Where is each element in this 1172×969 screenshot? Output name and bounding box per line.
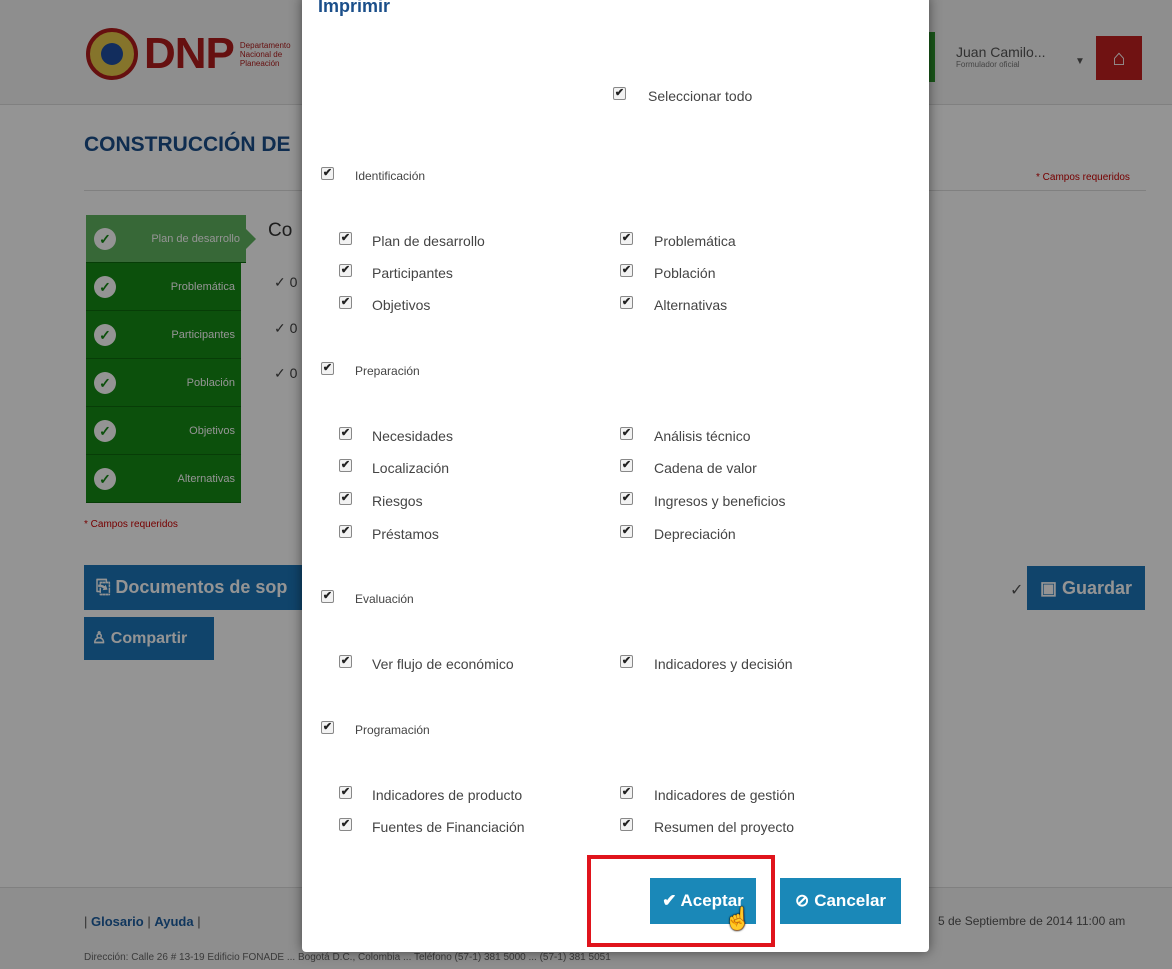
checkbox-label: Ver flujo de económico (372, 656, 514, 672)
checkbox-label: Análisis técnico (654, 428, 751, 444)
checkbox-riesgos[interactable]: ✔ (339, 492, 352, 505)
hand-cursor-icon: ☝ (724, 906, 752, 931)
checkbox-label: Riesgos (372, 493, 423, 509)
checkbox-alternativas[interactable]: ✔ (620, 296, 633, 309)
select-all-checkbox[interactable]: ✔ (613, 87, 626, 100)
highlight-box (587, 855, 775, 947)
checkbox-analisis-tecnico[interactable]: ✔ (620, 427, 633, 440)
checkbox-label: Participantes (372, 265, 453, 281)
checkbox-indicadores-decision[interactable]: ✔ (620, 655, 633, 668)
checkbox-resumen-proyecto[interactable]: ✔ (620, 818, 633, 831)
checkbox-objetivos[interactable]: ✔ (339, 296, 352, 309)
checkbox-label: Ingresos y beneficios (654, 493, 786, 509)
checkbox-label: Depreciación (654, 526, 736, 542)
checkbox-label: Resumen del proyecto (654, 819, 795, 835)
checkbox-fuentes-financiacion[interactable]: ✔ (339, 818, 352, 831)
checkbox-plan-desarrollo[interactable]: ✔ (339, 232, 352, 245)
print-dialog: Imprimir ✔ Seleccionar todo ✔ Identifica… (302, 0, 929, 952)
checkbox-flujo-economico[interactable]: ✔ (339, 655, 352, 668)
checkbox-label: Problemática (654, 233, 736, 249)
select-all-label: Seleccionar todo (648, 88, 753, 104)
section-checkbox-evaluacion[interactable]: ✔ (321, 590, 334, 603)
checkbox-participantes[interactable]: ✔ (339, 264, 352, 277)
checkbox-label: Fuentes de Financiación (372, 819, 525, 835)
checkbox-depreciacion[interactable]: ✔ (620, 525, 633, 538)
checkbox-indicadores-gestion[interactable]: ✔ (620, 786, 633, 799)
cancel-button[interactable]: ⊘ Cancelar (780, 878, 901, 924)
checkbox-ingresos-beneficios[interactable]: ✔ (620, 492, 633, 505)
checkbox-label: Población (654, 265, 716, 281)
checkbox-necesidades[interactable]: ✔ (339, 427, 352, 440)
checkbox-label: Objetivos (372, 297, 431, 313)
checkbox-indicadores-producto[interactable]: ✔ (339, 786, 352, 799)
ban-icon: ⊘ (794, 891, 810, 910)
checkbox-problematica[interactable]: ✔ (620, 232, 633, 245)
checkbox-cadena-valor[interactable]: ✔ (620, 459, 633, 472)
section-label-preparacion: Preparación (355, 364, 420, 378)
section-label-evaluacion: Evaluación (355, 592, 414, 606)
checkbox-label: Alternativas (654, 297, 728, 313)
section-checkbox-preparacion[interactable]: ✔ (321, 362, 334, 375)
checkbox-label: Necesidades (372, 428, 453, 444)
checkbox-poblacion[interactable]: ✔ (620, 264, 633, 277)
checkbox-localizacion[interactable]: ✔ (339, 459, 352, 472)
dialog-title: Imprimir (318, 0, 391, 16)
section-label-programacion: Programación (355, 723, 430, 737)
checkbox-label: Indicadores de gestión (654, 787, 795, 803)
checkbox-label: Indicadores y decisión (654, 656, 793, 672)
checkbox-prestamos[interactable]: ✔ (339, 525, 352, 538)
cancel-button-label: Cancelar (814, 891, 887, 910)
checkbox-label: Préstamos (372, 526, 439, 542)
checkbox-label: Cadena de valor (654, 460, 757, 476)
checkbox-label: Indicadores de producto (372, 787, 523, 803)
section-checkbox-identificacion[interactable]: ✔ (321, 167, 334, 180)
section-checkbox-programacion[interactable]: ✔ (321, 721, 334, 734)
section-label-identificacion: Identificación (355, 169, 426, 183)
checkbox-label: Localización (372, 460, 450, 476)
checkbox-label: Plan de desarrollo (372, 233, 485, 249)
